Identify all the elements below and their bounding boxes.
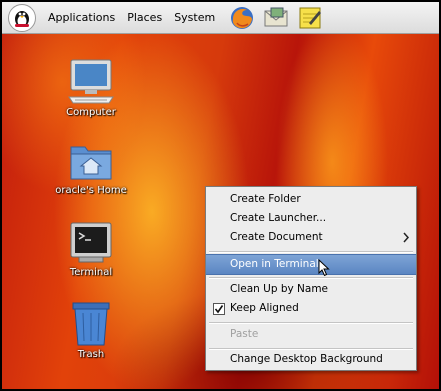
email-icon[interactable] xyxy=(263,5,289,31)
menu-item-create-document[interactable]: Create Document xyxy=(206,228,416,247)
menu-item-paste: Paste xyxy=(230,328,259,340)
menu-item-open-in-terminal[interactable]: Open in Terminal xyxy=(206,254,416,275)
terminal-icon xyxy=(70,222,112,263)
checkbox-checked-icon[interactable] xyxy=(213,303,225,315)
menu-item-clean-up-by-name[interactable]: Clean Up by Name xyxy=(206,280,416,299)
mouse-pointer-icon xyxy=(318,259,330,277)
menu-separator xyxy=(209,322,413,324)
desktop-icon-label: Trash xyxy=(77,349,105,360)
menu-separator xyxy=(209,251,413,253)
notes-icon[interactable] xyxy=(297,5,323,31)
desktop-context-menu: Create Folder Create Launcher... Create … xyxy=(205,186,417,371)
firefox-icon[interactable] xyxy=(229,5,255,31)
desktop-icon-label: Computer xyxy=(66,107,116,118)
menu-item-change-desktop-background[interactable]: Change Desktop Background xyxy=(206,350,416,369)
desktop-icon-label: Terminal xyxy=(69,267,113,278)
menu-places[interactable]: Places xyxy=(121,2,168,33)
submenu-arrow-icon xyxy=(403,228,410,253)
menu-item-keep-aligned[interactable]: Keep Aligned xyxy=(206,299,416,318)
menu-applications[interactable]: Applications xyxy=(42,2,121,33)
computer-icon xyxy=(68,59,114,104)
home-folder-icon xyxy=(70,146,112,180)
menu-item-create-launcher[interactable]: Create Launcher... xyxy=(206,209,416,228)
desktop-icon-terminal[interactable]: Terminal xyxy=(46,221,136,278)
menu-system[interactable]: System xyxy=(168,2,221,33)
desktop-icon-trash[interactable]: Trash xyxy=(46,301,136,360)
menu-item-create-folder[interactable]: Create Folder xyxy=(206,190,416,209)
top-panel: Applications Places System xyxy=(2,2,439,34)
desktop[interactable]: Applications Places System Computer orac… xyxy=(2,2,439,389)
desktop-icon-label: oracle's Home xyxy=(55,185,127,196)
trash-icon xyxy=(72,302,110,346)
desktop-icon-home[interactable]: oracle's Home xyxy=(46,139,136,196)
tux-logo-icon[interactable] xyxy=(8,3,36,32)
desktop-icon-computer[interactable]: Computer xyxy=(46,57,136,118)
menu-separator xyxy=(209,277,413,279)
